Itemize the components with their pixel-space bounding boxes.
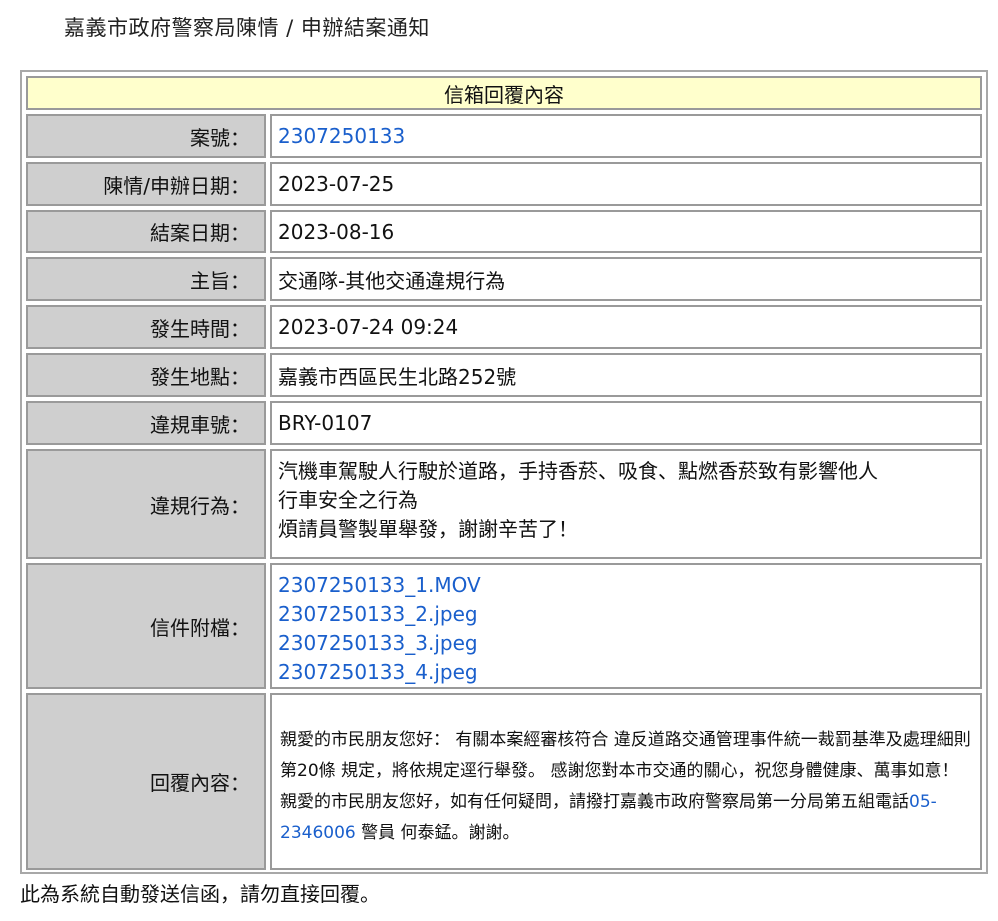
page-title: 嘉義市政府警察局陳情 / 申辦結案通知 — [64, 16, 430, 40]
reply-label: 回覆內容： — [26, 693, 266, 870]
row-close-date: 結案日期： 2023-08-16 — [26, 210, 982, 253]
apply-date-value: 2023-07-25 — [270, 162, 982, 206]
close-date-label: 結案日期： — [26, 210, 266, 253]
case-no-link[interactable]: 2307250133 — [278, 124, 405, 148]
reply-value: 親愛的市民朋友您好： 有關本案經審核符合 違反道路交通管理事件統一裁罰基準及處理… — [270, 693, 982, 870]
subject-value: 交通隊-其他交通違規行為 — [270, 257, 982, 301]
behavior-line-1: 汽機車駕駛人行駛於道路，手持香菸、吸食、點燃香菸致有影響他人 — [278, 459, 878, 483]
subject-label: 主旨： — [26, 257, 266, 301]
row-attachments: 信件附檔： 2307250133_1.MOV 2307250133_2.jpeg… — [26, 563, 982, 689]
attachments-value: 2307250133_1.MOV 2307250133_2.jpeg 23072… — [270, 563, 982, 689]
row-apply-date: 陳情/申辦日期： 2023-07-25 — [26, 162, 982, 206]
occur-place-value: 嘉義市西區民生北路252號 — [270, 353, 982, 397]
behavior-line-2: 行車安全之行為 — [278, 488, 418, 512]
plate-value: BRY-0107 — [270, 401, 982, 445]
reply-table: 信箱回覆內容 案號： 2307250133 陳情/申辦日期： 2023-07-2… — [20, 70, 988, 874]
occur-place-label: 發生地點： — [26, 353, 266, 397]
row-occur-place: 發生地點： 嘉義市西區民生北路252號 — [26, 353, 982, 397]
behavior-label: 違規行為： — [26, 449, 266, 559]
occur-time-label: 發生時間： — [26, 305, 266, 349]
attachment-link[interactable]: 2307250133_3.jpeg — [278, 629, 974, 658]
plate-label: 違規車號： — [26, 401, 266, 445]
behavior-value: 汽機車駕駛人行駛於道路，手持香菸、吸食、點燃香菸致有影響他人 行車安全之行為 煩… — [270, 449, 982, 559]
row-behavior: 違規行為： 汽機車駕駛人行駛於道路，手持香菸、吸食、點燃香菸致有影響他人 行車安… — [26, 449, 982, 559]
behavior-line-3: 煩請員警製單舉發，謝謝辛苦了！ — [278, 517, 578, 541]
row-reply: 回覆內容： 親愛的市民朋友您好： 有關本案經審核符合 違反道路交通管理事件統一裁… — [26, 693, 982, 870]
attachments-label: 信件附檔： — [26, 563, 266, 689]
attachment-link[interactable]: 2307250133_4.jpeg — [278, 658, 974, 687]
attachment-link[interactable]: 2307250133_1.MOV — [278, 571, 974, 600]
row-plate: 違規車號： BRY-0107 — [26, 401, 982, 445]
case-no-label: 案號： — [26, 114, 266, 158]
case-no-cell: 2307250133 — [270, 114, 982, 158]
close-date-value: 2023-08-16 — [270, 210, 982, 253]
row-case-no: 案號： 2307250133 — [26, 114, 982, 158]
attachment-link[interactable]: 2307250133_2.jpeg — [278, 600, 974, 629]
footer-notice: 此為系統自動發送信函，請勿直接回覆。 — [20, 882, 380, 906]
reply-text-end: 警員 何泰錳。謝謝。 — [355, 823, 520, 843]
row-subject: 主旨： 交通隊-其他交通違規行為 — [26, 257, 982, 301]
row-occur-time: 發生時間： 2023-07-24 09:24 — [26, 305, 982, 349]
table-header: 信箱回覆內容 — [26, 76, 982, 110]
apply-date-label: 陳情/申辦日期： — [26, 162, 266, 206]
reply-text: 親愛的市民朋友您好： 有關本案經審核符合 違反道路交通管理事件統一裁罰基準及處理… — [280, 730, 971, 812]
occur-time-value: 2023-07-24 09:24 — [270, 305, 982, 349]
